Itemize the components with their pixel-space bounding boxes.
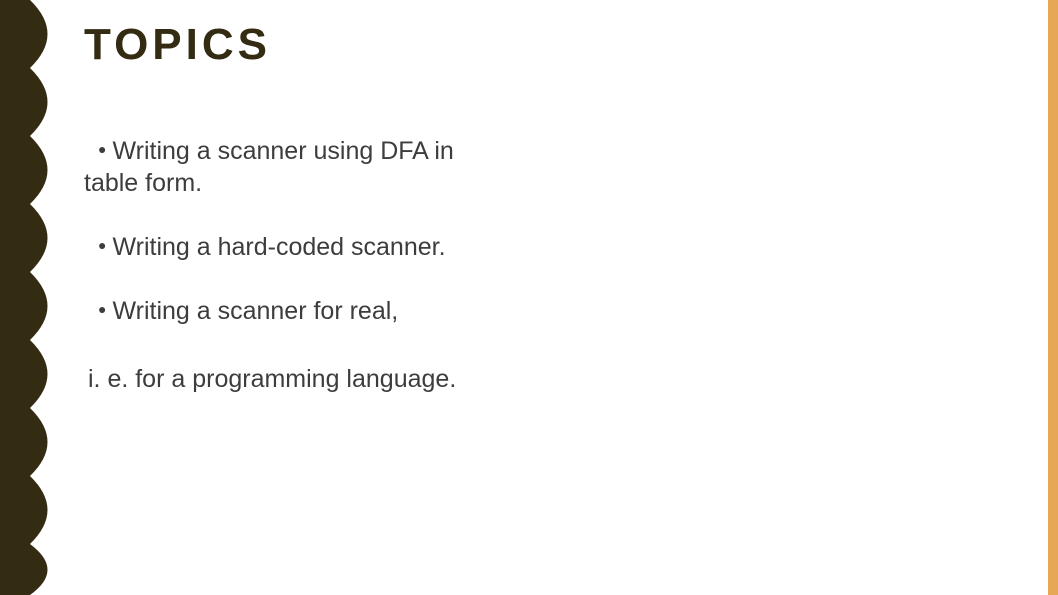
- bullet-text: Writing a scanner using DFA in table for…: [84, 137, 454, 197]
- list-item: ●Writing a scanner using DFA in table fo…: [84, 135, 514, 199]
- slide-content: TOPICS ●Writing a scanner using DFA in t…: [84, 20, 1028, 395]
- scallop-decoration: [0, 0, 70, 595]
- trailer-text: i. e. for a programming language.: [88, 363, 514, 395]
- bullet-icon: ●: [98, 237, 106, 255]
- bullet-list: ●Writing a scanner using DFA in table fo…: [84, 135, 514, 395]
- slide-title: TOPICS: [84, 20, 1028, 70]
- list-item: ● Writing a hard-coded scanner.: [84, 231, 514, 263]
- bullet-text: Writing a hard-coded scanner.: [112, 233, 445, 261]
- list-item: ● Writing a scanner for real,: [84, 295, 514, 327]
- bullet-icon: ●: [98, 141, 106, 159]
- bullet-text: Writing a scanner for real,: [112, 297, 398, 325]
- bullet-icon: ●: [98, 301, 106, 319]
- accent-bar: [1048, 0, 1058, 595]
